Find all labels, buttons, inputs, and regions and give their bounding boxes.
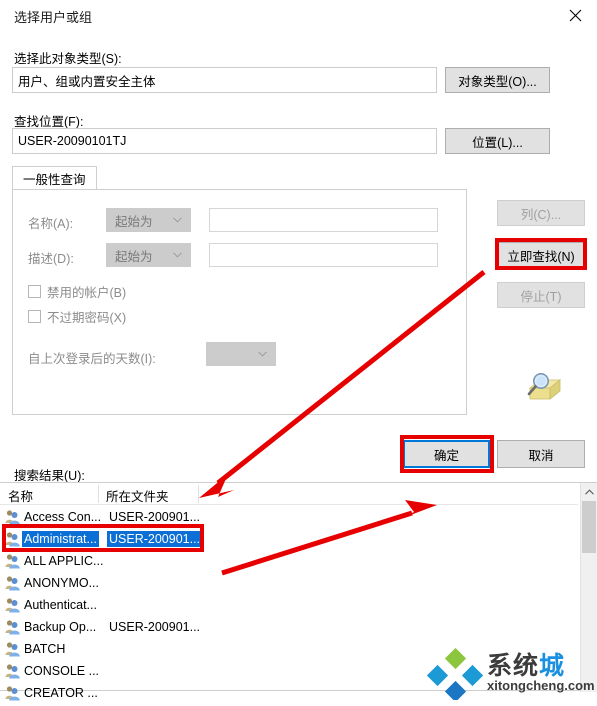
row-name: Administrat... <box>22 531 99 547</box>
days-since-logon-select[interactable] <box>206 342 276 366</box>
row-name: CONSOLE ... <box>24 664 100 678</box>
location-button[interactable]: 位置(L)... <box>445 128 550 154</box>
name-label: 名称(A): <box>28 217 74 231</box>
search-folder-icon <box>527 373 562 400</box>
checkbox-box <box>28 285 41 298</box>
object-type-label: 选择此对象类型(S): <box>14 52 122 66</box>
disabled-accounts-checkbox[interactable]: 禁用的帐户(B) <box>28 282 126 301</box>
watermark-title-dark: 系统 <box>487 652 540 680</box>
close-icon[interactable] <box>553 0 597 30</box>
watermark-logo-icon <box>426 648 483 700</box>
group-icon <box>5 554 20 569</box>
watermark-title: 系统城 <box>487 646 565 682</box>
table-row[interactable]: ANONYMO... <box>0 572 578 594</box>
days-since-logon-label: 自上次登录后的天数(I): <box>28 352 156 366</box>
row-name: CREATOR ... <box>24 686 98 700</box>
watermark-title-blue: 城 <box>539 652 566 680</box>
group-icon <box>5 598 20 613</box>
table-row[interactable]: Access Con... USER-200901... <box>0 506 578 528</box>
name-condition-value: 起始为 <box>115 214 153 229</box>
disabled-accounts-label: 禁用的帐户(B) <box>47 286 127 300</box>
description-condition-value: 起始为 <box>115 249 153 264</box>
common-query-panel: 名称(A): 起始为 描述(D): 起始为 禁用的帐户(B) 不过期密码(X) … <box>12 189 467 415</box>
table-row[interactable]: ALL APPLIC... <box>0 550 578 572</box>
tab-strip: 一般性查询 <box>12 166 467 190</box>
row-folder: USER-200901... <box>109 620 201 634</box>
select-user-or-group-dialog: 选择用户或组 选择此对象类型(S): 用户、组或内置安全主体 对象类型(O)..… <box>0 0 597 701</box>
group-icon <box>5 576 20 591</box>
chevron-up-icon <box>584 488 594 495</box>
row-name: ALL APPLIC... <box>24 554 104 568</box>
table-row[interactable]: Backup Op... USER-200901... <box>0 616 578 638</box>
group-icon <box>5 664 20 679</box>
table-row[interactable]: Authenticat... <box>0 594 578 616</box>
ok-button[interactable]: 确定 <box>403 440 490 468</box>
cancel-button[interactable]: 取消 <box>497 440 585 468</box>
description-condition-select[interactable]: 起始为 <box>106 243 191 267</box>
close-glyph <box>569 9 581 21</box>
group-icon <box>5 620 20 635</box>
results-column-header: 名称 所在文件夹 <box>0 483 578 505</box>
window-title: 选择用户或组 <box>14 10 93 25</box>
location-input[interactable]: USER-20090101TJ <box>12 128 437 154</box>
checkbox-box <box>28 310 41 323</box>
chevron-down-icon <box>173 217 182 223</box>
scroll-up-icon[interactable] <box>581 483 597 500</box>
columns-button[interactable]: 列(C)... <box>497 200 585 226</box>
stop-button[interactable]: 停止(T) <box>497 282 585 308</box>
group-icon <box>5 686 20 701</box>
object-type-input[interactable]: 用户、组或内置安全主体 <box>12 67 437 93</box>
row-name: Access Con... <box>24 510 102 524</box>
non-expiring-password-checkbox[interactable]: 不过期密码(X) <box>28 307 126 326</box>
row-name: ANONYMO... <box>24 576 100 590</box>
group-icon <box>5 532 20 547</box>
object-type-button[interactable]: 对象类型(O)... <box>445 67 550 93</box>
dialog-body: 选择此对象类型(S): 用户、组或内置安全主体 对象类型(O)... 查找位置(… <box>0 30 597 701</box>
title-bar: 选择用户或组 <box>0 0 597 31</box>
description-label: 描述(D): <box>28 252 74 266</box>
chevron-down-icon <box>258 351 267 357</box>
non-expiring-password-label: 不过期密码(X) <box>47 311 127 325</box>
column-header-name[interactable]: 名称 <box>8 486 33 505</box>
name-condition-select[interactable]: 起始为 <box>106 208 191 232</box>
group-icon <box>5 510 20 525</box>
scrollbar-thumb[interactable] <box>582 501 596 553</box>
tab-common-query[interactable]: 一般性查询 <box>12 166 97 190</box>
find-now-button[interactable]: 立即查找(N) <box>497 242 585 268</box>
row-folder: USER-200901... <box>107 531 203 547</box>
row-name: BATCH <box>24 642 66 656</box>
column-divider[interactable] <box>98 485 99 503</box>
name-value-input[interactable] <box>209 208 438 232</box>
column-header-folder[interactable]: 所在文件夹 <box>106 486 169 505</box>
row-name: Backup Op... <box>24 620 97 634</box>
table-row[interactable]: Administrat... USER-200901... <box>0 528 578 550</box>
row-folder: USER-200901... <box>109 510 201 524</box>
row-name: Authenticat... <box>24 598 97 612</box>
description-value-input[interactable] <box>209 243 438 267</box>
watermark: 系统城 xitongcheng.com <box>425 646 595 706</box>
chevron-down-icon <box>173 252 182 258</box>
column-divider[interactable] <box>198 485 199 503</box>
group-icon <box>5 642 20 657</box>
